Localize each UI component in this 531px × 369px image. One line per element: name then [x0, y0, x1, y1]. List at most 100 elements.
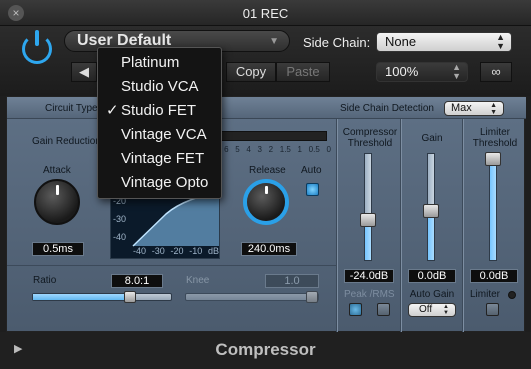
auto-gain-label: Auto Gain: [409, 289, 455, 300]
copy-button[interactable]: Copy: [226, 62, 276, 82]
graph-y-tick: -40: [113, 232, 127, 242]
attack-value[interactable]: 0.5ms: [32, 242, 84, 256]
previous-preset-button[interactable]: ◀: [71, 62, 97, 82]
release-knob-indicator: [264, 186, 268, 194]
column-divider: [336, 119, 338, 333]
graph-x-tick: dB: [207, 246, 219, 256]
limiter-led-icon: [508, 291, 516, 299]
limiter-button[interactable]: [486, 303, 499, 316]
compressor-threshold-fader[interactable]: [360, 153, 376, 261]
knee-label: Knee: [186, 275, 210, 286]
gain-reduction-meter: [213, 131, 327, 141]
plugin-footer: ▶ Compressor: [0, 332, 531, 369]
ratio-label: Ratio: [33, 275, 57, 286]
graph-x-tick: -40: [133, 246, 147, 256]
knee-value[interactable]: 1.0: [265, 274, 319, 288]
side-chain-detection-select[interactable]: Max ▲ ▼: [444, 101, 504, 116]
knee-slider-thumb[interactable]: [306, 291, 318, 303]
compressor-threshold-fill: [365, 223, 371, 260]
updown-icon: ▲ ▼: [496, 32, 505, 51]
meter-scale-tick: 0.5: [308, 145, 320, 154]
column-divider: [462, 119, 464, 333]
menu-item-label: Studio VCA: [121, 78, 199, 95]
meter-scale-tick: 1.5: [279, 145, 291, 154]
gain-value[interactable]: 0.0dB: [408, 269, 456, 283]
checkmark-icon: ✓: [106, 102, 119, 119]
zoom-value: 100%: [385, 64, 419, 79]
ratio-value[interactable]: 8.0:1: [111, 274, 163, 288]
limiter-threshold-fill: [490, 154, 496, 260]
graph-x-tick: -10: [189, 246, 203, 256]
link-icon: ∞: [491, 64, 501, 79]
menu-item-label: Vintage Opto: [121, 174, 209, 191]
attack-knob[interactable]: [34, 179, 80, 225]
meter-scale-tick: 3: [257, 145, 262, 154]
limiter-threshold-fader[interactable]: [485, 152, 501, 261]
circuit-type-label: Circuit Type: [45, 103, 98, 114]
compressor-panel: Circuit Type Side Chain Detection Max ▲ ▼…: [6, 96, 526, 333]
auto-label: Auto: [301, 165, 322, 176]
side-chain-detection-label: Side Chain Detection: [340, 103, 434, 114]
circuit-type-menu: Platinum Studio VCA ✓ Studio FET Vintage VCA…: [97, 47, 222, 199]
menu-item-platinum[interactable]: Platinum: [98, 52, 221, 76]
gain-reduction-label: Gain Reduction: [32, 136, 101, 147]
plugin-name: Compressor: [215, 340, 316, 359]
peak-button[interactable]: [349, 303, 362, 316]
attack-knob-indicator: [55, 185, 59, 195]
gain-reduction-scale: 8654321.510.50: [213, 145, 331, 155]
limiter-threshold-label: Limiter Threshold: [472, 127, 518, 149]
release-value[interactable]: 240.0ms: [241, 242, 297, 256]
meter-scale-tick: 5: [235, 145, 240, 154]
chevron-down-icon: ▼: [269, 36, 279, 47]
gain-fader[interactable]: [423, 153, 439, 261]
meter-scale-tick: 6: [224, 145, 229, 154]
side-chain-label: Side Chain:: [303, 35, 371, 50]
compressor-threshold-thumb[interactable]: [360, 213, 376, 227]
window-title: 01 REC: [242, 6, 289, 21]
meter-scale-tick: 2: [268, 145, 274, 154]
menu-item-vintage-fet[interactable]: Vintage FET: [98, 148, 221, 172]
menu-item-vintage-vca[interactable]: Vintage VCA: [98, 124, 221, 148]
side-chain-value: None: [385, 34, 417, 49]
link-button[interactable]: ∞: [480, 62, 512, 82]
auto-gain-value: Off: [419, 304, 433, 315]
column-divider: [400, 119, 402, 333]
peak-rms-label: Peak /RMS: [344, 289, 395, 300]
graph-x-tick: -20: [170, 246, 184, 256]
menu-item-label: Studio FET: [121, 102, 197, 119]
paste-button[interactable]: Paste: [276, 62, 330, 82]
meter-scale-tick: 4: [246, 145, 251, 154]
title-bar: × 01 REC: [0, 0, 531, 26]
knee-slider[interactable]: [185, 291, 319, 303]
side-chain-select[interactable]: None ▲ ▼: [376, 32, 512, 52]
auto-release-button[interactable]: [306, 183, 319, 196]
rms-button[interactable]: [377, 303, 390, 316]
menu-item-label: Vintage FET: [121, 150, 205, 167]
graph-y-axis: -20 -30 -40: [113, 192, 126, 246]
attack-label: Attack: [43, 165, 71, 176]
compressor-threshold-value[interactable]: -24.0dB: [344, 269, 394, 283]
gain-label: Gain: [421, 133, 443, 144]
updown-icon: ▲ ▼: [490, 102, 497, 116]
side-chain-detection-value: Max: [451, 102, 472, 114]
power-icon-stem: [35, 30, 39, 46]
menu-item-studio-fet[interactable]: ✓ Studio FET: [98, 100, 221, 124]
zoom-select[interactable]: 100% ▲ ▼: [376, 62, 468, 82]
gain-fill: [428, 212, 434, 260]
meter-scale-tick: 1: [297, 145, 302, 154]
section-divider: [7, 265, 337, 266]
limiter-threshold-thumb[interactable]: [485, 152, 501, 166]
updown-icon: ▲ ▼: [443, 304, 449, 316]
gain-thumb[interactable]: [423, 204, 439, 218]
limiter-label: Limiter: [470, 289, 501, 300]
menu-item-vintage-opto[interactable]: Vintage Opto: [98, 172, 221, 196]
auto-gain-select[interactable]: Off ▲ ▼: [408, 303, 456, 317]
menu-item-studio-vca[interactable]: Studio VCA: [98, 76, 221, 100]
ratio-slider[interactable]: [32, 291, 172, 303]
ratio-slider-fill: [33, 294, 132, 300]
graph-x-tick: -30: [151, 246, 165, 256]
graph-x-axis: -40 -30 -20 -10 dB: [133, 246, 219, 256]
limiter-threshold-value[interactable]: 0.0dB: [470, 269, 518, 283]
ratio-slider-thumb[interactable]: [124, 291, 136, 303]
release-knob[interactable]: [247, 183, 285, 221]
